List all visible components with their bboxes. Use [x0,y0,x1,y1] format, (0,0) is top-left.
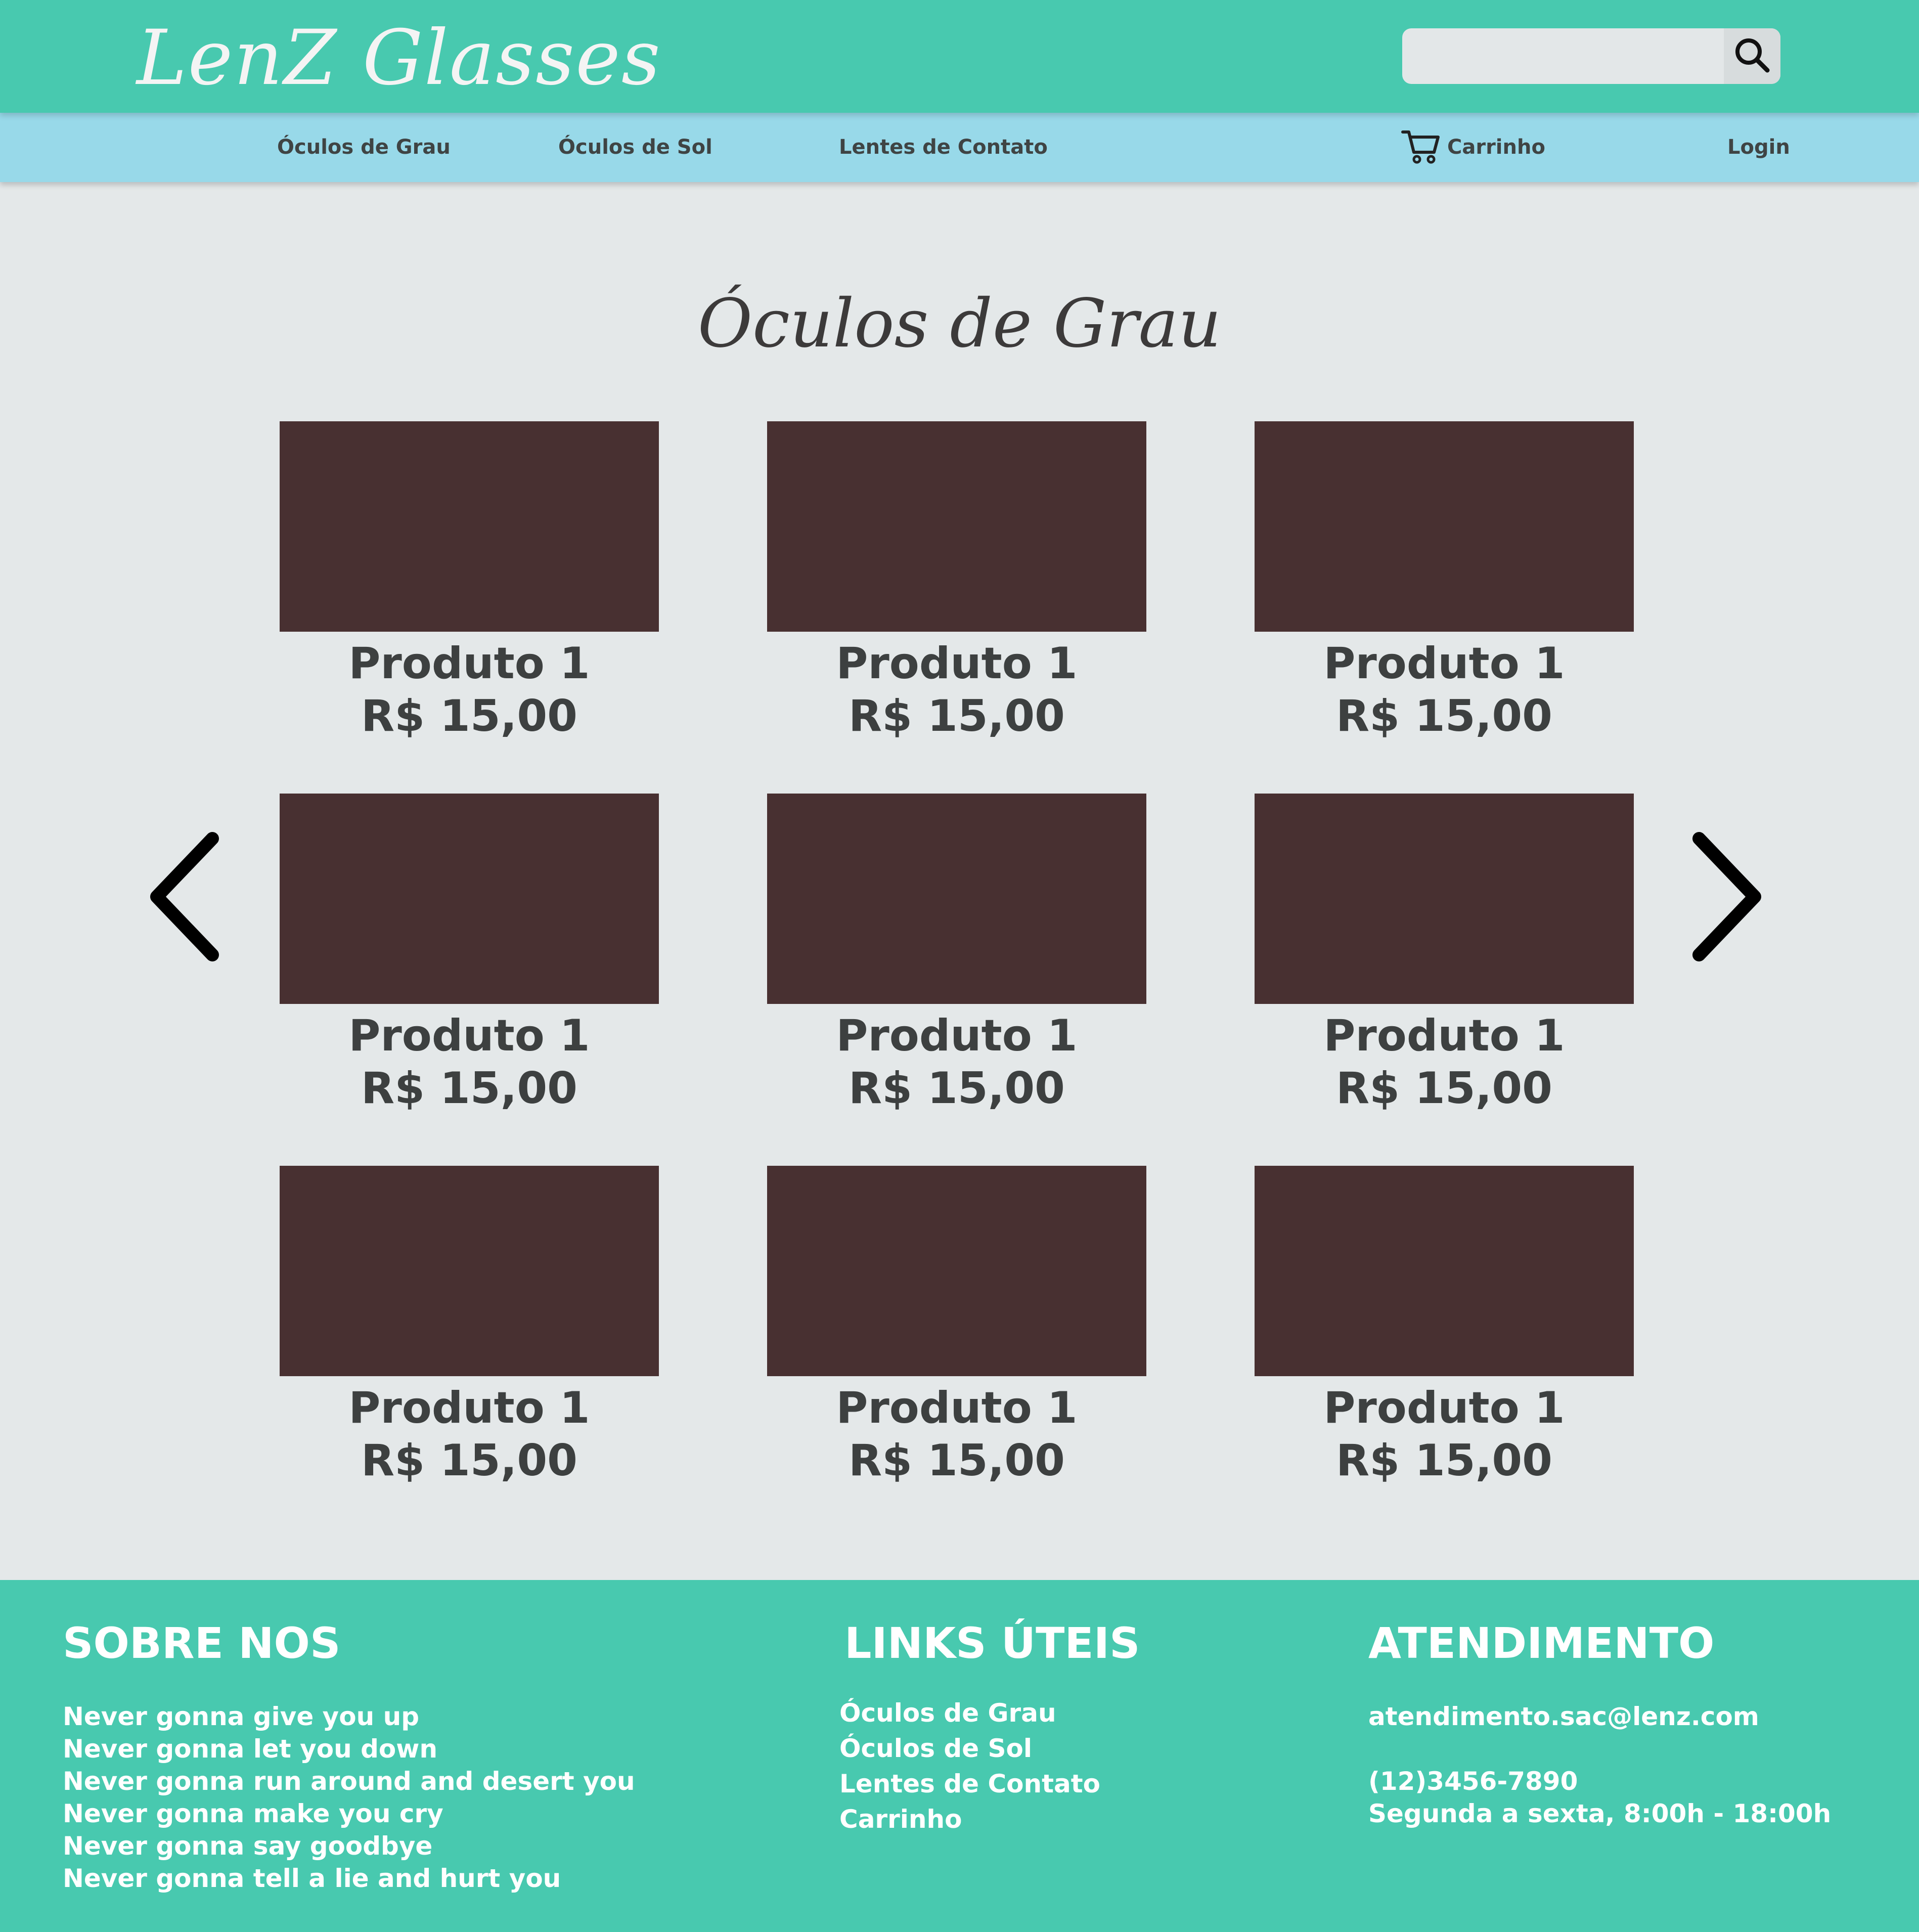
product-card[interactable]: Produto 1 R$ 15,00 [280,421,659,741]
nav-item-login[interactable]: Login [1727,131,1790,163]
product-price: R$ 15,00 [1335,691,1553,741]
footer-about-heading: SOBRE NOS [63,1618,341,1668]
product-card[interactable]: Produto 1 R$ 15,00 [767,421,1146,741]
product-price: R$ 15,00 [1335,1063,1553,1114]
product-image[interactable] [767,1166,1146,1376]
nav-bar: Óculos de Grau Óculos de Sol Lentes de C… [0,113,1919,182]
footer-link-carrinho[interactable]: Carrinho [839,1802,1100,1837]
product-name: Produto 1 [1323,1011,1565,1061]
footer-contact-info: atendimento.sac@lenz.com (12)3456-7890 S… [1368,1700,1831,1830]
product-price: R$ 15,00 [848,1435,1065,1486]
footer-link-oculos-de-sol[interactable]: Óculos de Sol [839,1731,1100,1766]
footer-links-heading: LINKS ÚTEIS [844,1618,1140,1668]
product-price: R$ 15,00 [361,1063,578,1114]
cart-icon [1401,129,1441,165]
product-price: R$ 15,00 [1335,1435,1553,1486]
about-line: Never gonna make you cry [63,1799,443,1828]
footer-about-text: Never gonna give you up Never gonna let … [63,1700,635,1895]
product-card[interactable]: Produto 1 R$ 15,00 [767,794,1146,1114]
search-box [1402,28,1780,84]
product-name: Produto 1 [348,638,590,689]
product-image[interactable] [1255,421,1634,632]
about-line: Never gonna let you down [63,1734,438,1764]
about-line: Never gonna run around and desert you [63,1767,635,1796]
contact-phone: (12)3456-7890 [1368,1767,1578,1796]
contact-spacer [1368,1733,1831,1765]
footer: SOBRE NOS Never gonna give you up Never … [0,1580,1919,1932]
logo[interactable]: LenZ Glasses [137,15,661,101]
nav-item-lentes-de-contato[interactable]: Lentes de Contato [839,131,1048,163]
chevron-left-icon [142,828,228,967]
product-card[interactable]: Produto 1 R$ 15,00 [1255,794,1634,1114]
product-image[interactable] [1255,794,1634,1004]
product-image[interactable] [767,421,1146,632]
about-line: Never gonna give you up [63,1702,419,1731]
product-name: Produto 1 [836,1011,1078,1061]
product-price: R$ 15,00 [848,691,1065,741]
header: LenZ Glasses [0,0,1919,113]
product-card[interactable]: Produto 1 R$ 15,00 [280,1166,659,1486]
about-line: Never gonna tell a lie and hurt you [63,1864,561,1893]
product-price: R$ 15,00 [361,691,578,741]
about-line: Never gonna say goodbye [63,1831,433,1861]
product-card[interactable]: Produto 1 R$ 15,00 [767,1166,1146,1486]
product-name: Produto 1 [836,638,1078,689]
carousel-next-button[interactable] [1684,829,1770,966]
product-name: Produto 1 [348,1383,590,1433]
product-image[interactable] [280,794,659,1004]
chevron-right-icon [1684,828,1770,967]
product-card[interactable]: Produto 1 R$ 15,00 [1255,1166,1634,1486]
product-image[interactable] [767,794,1146,1004]
search-button[interactable] [1724,28,1780,84]
contact-hours: Segunda a sexta, 8:00h - 18:00h [1368,1799,1832,1828]
product-image[interactable] [1255,1166,1634,1376]
nav-item-oculos-de-sol[interactable]: Óculos de Sol [558,131,712,163]
product-card[interactable]: Produto 1 R$ 15,00 [1255,421,1634,741]
search-input[interactable] [1402,28,1724,84]
product-name: Produto 1 [836,1383,1078,1433]
contact-email[interactable]: atendimento.sac@lenz.com [1368,1700,1831,1733]
footer-links-list: Óculos de Grau Óculos de Sol Lentes de C… [839,1695,1100,1837]
nav-item-oculos-de-grau[interactable]: Óculos de Grau [277,131,451,163]
product-card[interactable]: Produto 1 R$ 15,00 [280,794,659,1114]
footer-link-oculos-de-grau[interactable]: Óculos de Grau [839,1695,1100,1731]
nav-item-cart[interactable]: Carrinho [1401,129,1545,165]
product-price: R$ 15,00 [361,1435,578,1486]
product-name: Produto 1 [1323,638,1565,689]
footer-link-lentes-de-contato[interactable]: Lentes de Contato [839,1766,1100,1802]
carousel-prev-button[interactable] [142,829,228,966]
search-icon [1732,35,1772,77]
product-name: Produto 1 [1323,1383,1565,1433]
product-price: R$ 15,00 [848,1063,1065,1114]
product-image[interactable] [280,1166,659,1376]
product-name: Produto 1 [348,1011,590,1061]
product-image[interactable] [280,421,659,632]
cart-label: Carrinho [1447,136,1545,159]
footer-contact-heading: ATENDIMENTO [1368,1618,1715,1668]
